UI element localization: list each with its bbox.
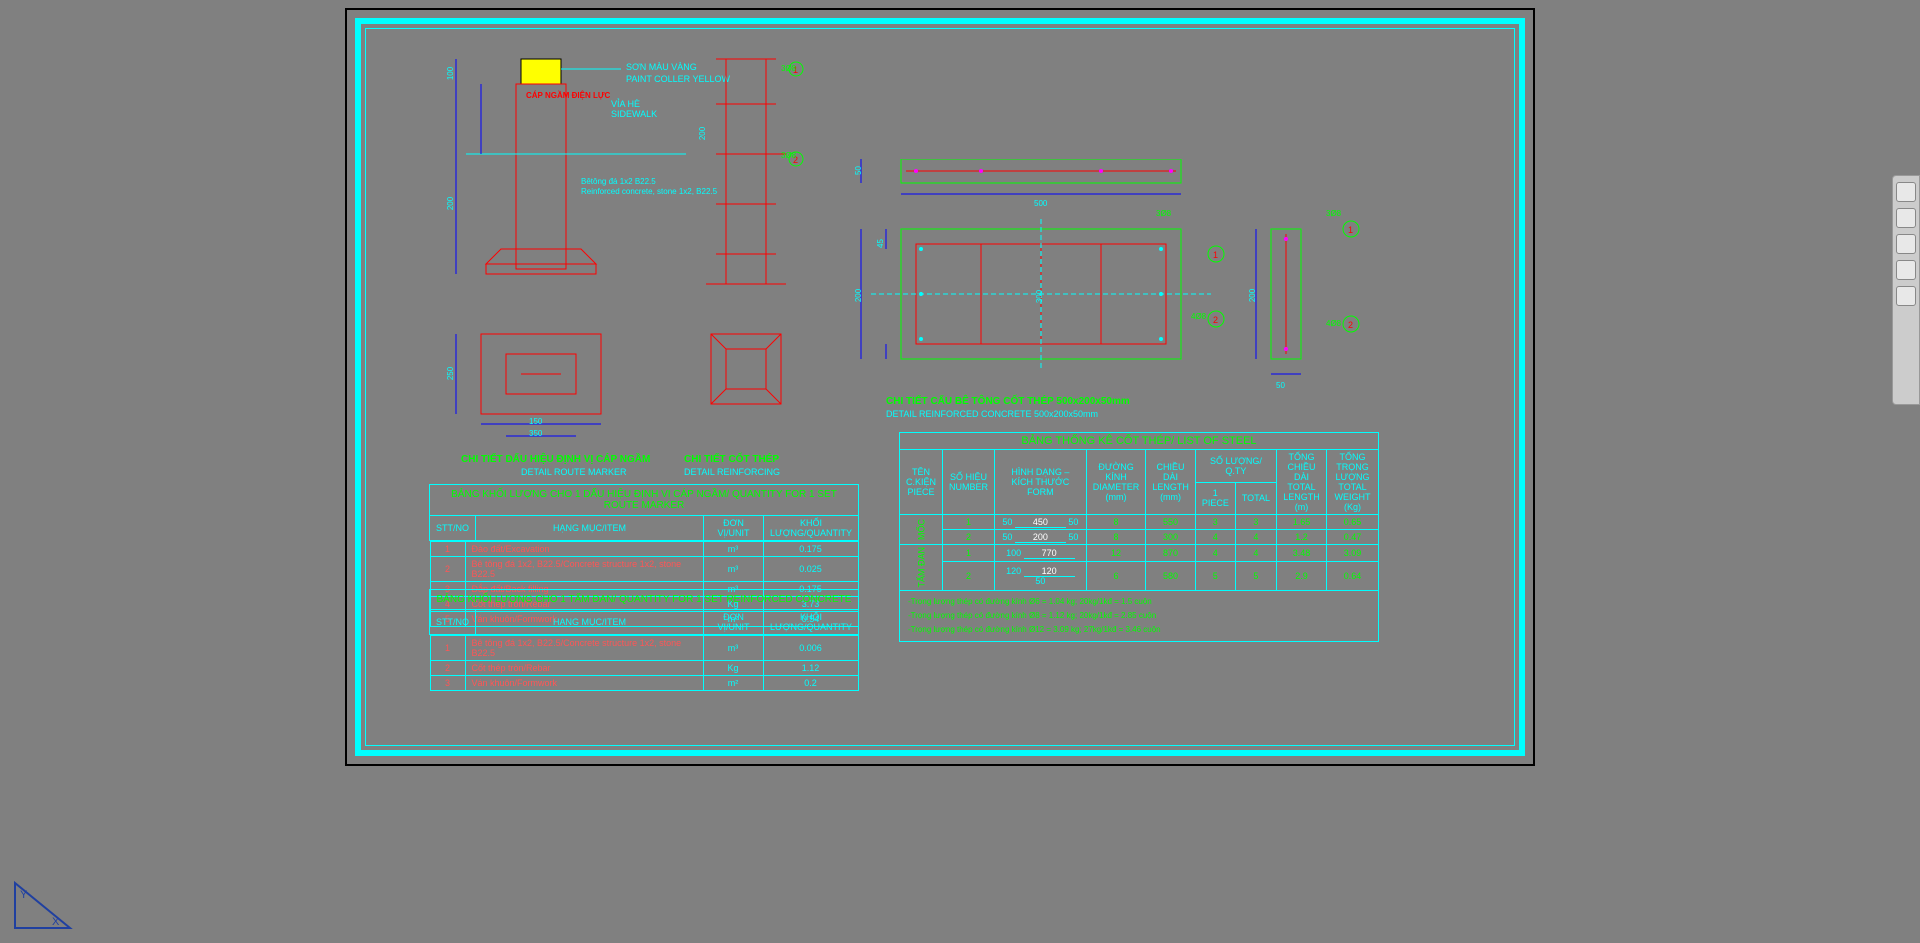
svg-text:Y: Y: [20, 889, 28, 901]
dim-3f8c: 3Ø8: [1156, 209, 1171, 218]
tool-button-1[interactable]: [1896, 182, 1916, 202]
dim-150: 150: [529, 417, 542, 426]
title2-vn: CHI TIẾT CỐT THÉP: [684, 454, 779, 465]
dim-3f8-1: 3Ø8: [781, 64, 796, 73]
dim-50a: 50: [854, 166, 863, 175]
svg-text:2: 2: [1348, 320, 1353, 330]
qty-table-2: BẢNG KHỐI LƯỢNG CHO 1 TẤM ĐAN/ QUANTITY …: [429, 589, 859, 691]
title1-vn: CHI TIẾT DẤU HIỆU ĐỊNH VỊ CÁP NGẦM: [461, 454, 650, 465]
qty1-title: BẢNG KHỐI LƯỢNG CHO 1 DẤU HIỆU ĐỊNH VỊ C…: [430, 485, 859, 516]
sheet-border-inner: SƠN MÀU VÀNG PAINT COLLER YELLOW CÁP NGẦ…: [365, 28, 1515, 746]
dim-200b: 200: [698, 127, 707, 140]
drawing-sheet: SƠN MÀU VÀNG PAINT COLLER YELLOW CÁP NGẦ…: [345, 8, 1535, 766]
dim-100: 100: [446, 67, 455, 80]
tool-button-4[interactable]: [1896, 260, 1916, 280]
svg-text:2: 2: [1213, 315, 1218, 325]
title1-en: DETAIL ROUTE MARKER: [521, 467, 627, 477]
svg-text:1: 1: [1348, 225, 1353, 235]
dim-4f8a: 4Ø8: [1191, 312, 1206, 321]
title3-en: DETAIL REINFORCED CONCRETE 500x200x50mm: [886, 409, 1098, 419]
elevation-drawing: [426, 54, 726, 454]
dim-4f8b: 4Ø8: [1326, 319, 1341, 328]
tool-button-5[interactable]: [1896, 286, 1916, 306]
sidewalk-en: SIDEWALK: [611, 109, 657, 119]
tool-button-2[interactable]: [1896, 208, 1916, 228]
dim-200d: 200: [1248, 289, 1257, 302]
tool-button-3[interactable]: [1896, 234, 1916, 254]
svg-text:1: 1: [1213, 250, 1218, 260]
dim-500: 500: [1034, 199, 1047, 208]
dim-200: 200: [446, 197, 455, 210]
dim-3f8-2: 3Ø8: [781, 151, 796, 160]
cable-label: CÁP NGẦM ĐIỆN LỰC: [526, 91, 610, 101]
concrete-vn: Bêtông đá 1x2 B22.5: [581, 177, 656, 186]
qty2-title: BẢNG KHỐI LƯỢNG CHO 1 TẤM ĐAN/ QUANTITY …: [430, 590, 859, 610]
dim-50b: 50: [1276, 381, 1285, 390]
svg-text:X: X: [52, 916, 60, 928]
dim-300: 300: [1035, 290, 1044, 303]
sidewalk-vn: VỈA HÈ: [611, 99, 640, 109]
title2-en: DETAIL REINFORCING: [684, 467, 780, 477]
title3-vn: CHI TIẾT CẤU BÊ TÔNG CỐT THÉP 500x200x50…: [886, 396, 1130, 407]
steel-table: BẢNG THỐNG KÊ CỐT THÉP/ LIST OF STEEL TÊ…: [899, 432, 1379, 642]
dim-200c: 200: [854, 289, 863, 302]
sheet-border-outer: SƠN MÀU VÀNG PAINT COLLER YELLOW CÁP NGẦ…: [355, 18, 1525, 756]
dim-45: 45: [876, 239, 885, 248]
rebar-elevation: 1 2: [686, 54, 816, 454]
right-toolbar[interactable]: [1892, 175, 1920, 405]
dim-350: 350: [529, 429, 542, 438]
dim-3f8d: 3Ø8: [1326, 209, 1341, 218]
ucs-icon: Y X: [10, 873, 80, 933]
dim-250: 250: [446, 367, 455, 380]
